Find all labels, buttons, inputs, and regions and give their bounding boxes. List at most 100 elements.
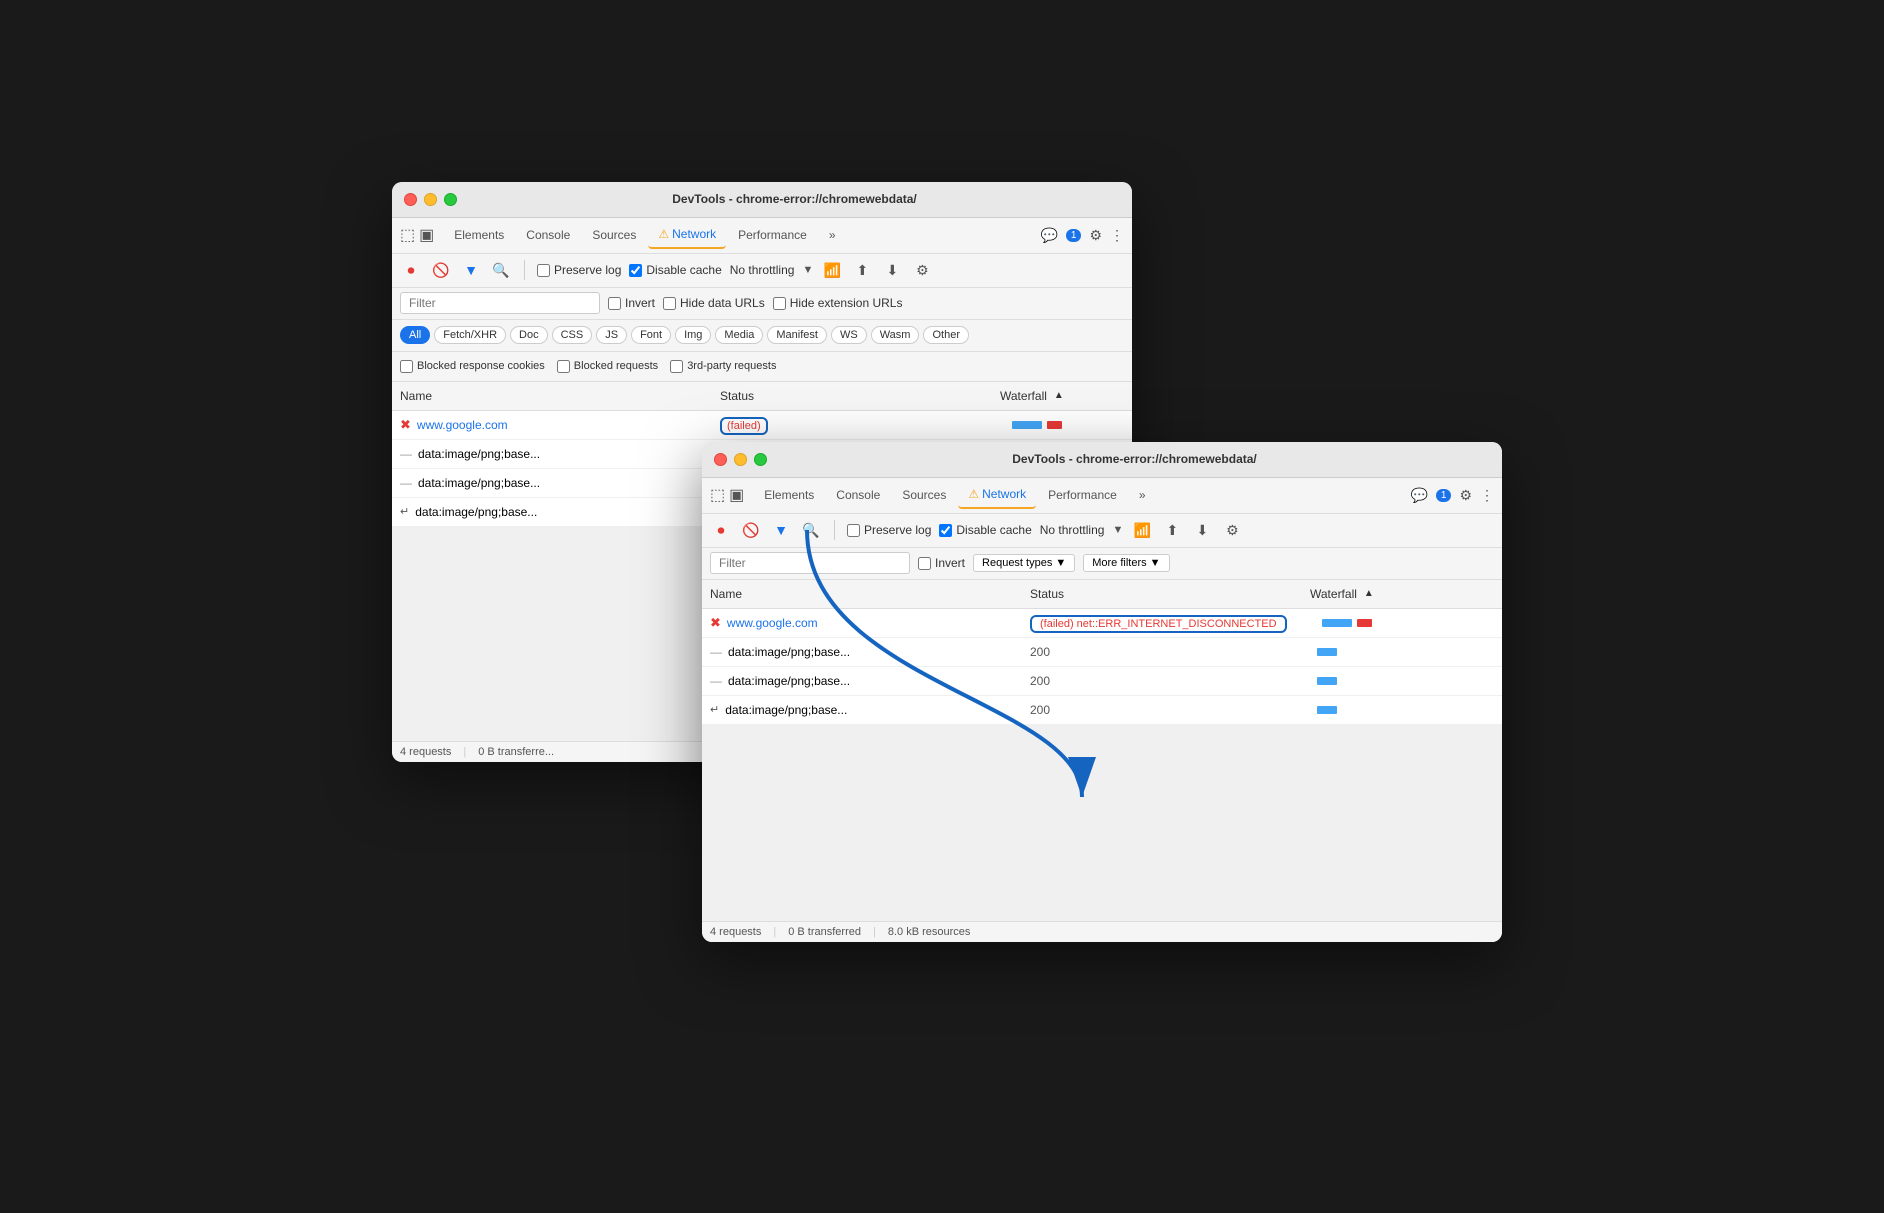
row-link-1[interactable]: www.google.com	[417, 418, 508, 432]
more-icon[interactable]: ⋮	[1110, 227, 1124, 244]
front-table-row[interactable]: — data:image/png;base... 200	[702, 638, 1502, 667]
front-tab-console[interactable]: Console	[826, 482, 890, 508]
back-title-bar: DevTools - chrome-error://chromewebdata/	[392, 182, 1132, 218]
front-warning-icon: ⚠	[968, 487, 979, 501]
front-invert-label[interactable]: Invert	[918, 556, 965, 570]
front-chat-icon[interactable]: 💬	[1410, 487, 1427, 504]
tab-console[interactable]: Console	[516, 222, 580, 248]
filter-icon[interactable]: ▼	[460, 259, 482, 281]
third-party-checkbox[interactable]	[670, 360, 683, 373]
front-traffic-lights	[714, 453, 767, 466]
front-more-icon[interactable]: ⋮	[1480, 487, 1494, 504]
front-window-title: DevTools - chrome-error://chromewebdata/	[779, 452, 1490, 466]
tab-elements[interactable]: Elements	[444, 222, 514, 248]
throttle-arrow[interactable]: ▼	[802, 264, 813, 276]
front-gear-icon[interactable]: ⚙	[1459, 487, 1472, 504]
front-tab-performance[interactable]: Performance	[1038, 482, 1127, 508]
front-header-waterfall[interactable]: Waterfall ▲	[1302, 584, 1502, 604]
search-icon[interactable]: 🔍	[490, 259, 512, 281]
front-throttle-arrow[interactable]: ▼	[1112, 524, 1123, 536]
type-ws[interactable]: WS	[831, 326, 867, 344]
type-other[interactable]: Other	[923, 326, 969, 344]
type-all[interactable]: All	[400, 326, 430, 344]
footer-requests: 4 requests	[400, 746, 451, 758]
front-tab-elements[interactable]: Elements	[754, 482, 824, 508]
front-search-icon[interactable]: 🔍	[800, 519, 822, 541]
front-filter-input[interactable]	[710, 552, 910, 574]
settings-icon[interactable]: ⚙	[911, 259, 933, 281]
front-maximize-button[interactable]	[754, 453, 767, 466]
maximize-button[interactable]	[444, 193, 457, 206]
record-button[interactable]: ⏺	[400, 259, 422, 281]
chat-icon[interactable]: 💬	[1040, 227, 1057, 244]
front-header-name[interactable]: Name	[702, 584, 1022, 604]
type-manifest[interactable]: Manifest	[767, 326, 827, 344]
front-row-link-2: data:image/png;base...	[728, 645, 850, 659]
preserve-log-checkbox[interactable]	[537, 264, 550, 277]
front-table-row[interactable]: — data:image/png;base... 200	[702, 667, 1502, 696]
blocked-requests-label[interactable]: Blocked requests	[557, 360, 658, 373]
type-font[interactable]: Font	[631, 326, 671, 344]
front-tab-more[interactable]: »	[1129, 482, 1156, 508]
invert-label[interactable]: Invert	[608, 296, 655, 310]
front-chat-badge: 1	[1436, 489, 1452, 502]
tab-more[interactable]: »	[819, 222, 846, 248]
more-filters-button[interactable]: More filters ▼	[1083, 554, 1169, 572]
header-name[interactable]: Name	[392, 386, 712, 406]
front-close-button[interactable]	[714, 453, 727, 466]
hide-ext-urls-checkbox[interactable]	[773, 297, 786, 310]
type-wasm[interactable]: Wasm	[871, 326, 920, 344]
tab-sources[interactable]: Sources	[582, 222, 646, 248]
hide-data-urls-label[interactable]: Hide data URLs	[663, 296, 765, 310]
front-preserve-log-checkbox[interactable]	[847, 524, 860, 537]
type-doc[interactable]: Doc	[510, 326, 548, 344]
table-row[interactable]: ✖ www.google.com (failed)	[392, 411, 1132, 440]
front-table-row[interactable]: ✖ www.google.com (failed) net::ERR_INTER…	[702, 609, 1502, 638]
front-minimize-button[interactable]	[734, 453, 747, 466]
hide-ext-urls-label[interactable]: Hide extension URLs	[773, 296, 903, 310]
front-preserve-log-label[interactable]: Preserve log	[847, 523, 931, 537]
front-footer-divider2: |	[873, 926, 876, 938]
third-party-requests-label[interactable]: 3rd-party requests	[670, 360, 776, 373]
front-table-row[interactable]: ↵ data:image/png;base... 200	[702, 696, 1502, 725]
front-header-status[interactable]: Status	[1022, 584, 1302, 604]
front-disable-cache-checkbox[interactable]	[939, 524, 952, 537]
front-tab-network[interactable]: ⚠Network	[958, 481, 1036, 509]
front-invert-checkbox[interactable]	[918, 557, 931, 570]
blocked-cookies-label[interactable]: Blocked response cookies	[400, 360, 545, 373]
preserve-log-label[interactable]: Preserve log	[537, 263, 621, 277]
type-js[interactable]: JS	[596, 326, 627, 344]
disable-cache-label[interactable]: Disable cache	[629, 263, 721, 277]
front-disable-cache-label[interactable]: Disable cache	[939, 523, 1031, 537]
front-tab-sources[interactable]: Sources	[892, 482, 956, 508]
invert-checkbox[interactable]	[608, 297, 621, 310]
type-fetch-xhr[interactable]: Fetch/XHR	[434, 326, 506, 344]
type-media[interactable]: Media	[715, 326, 763, 344]
close-button[interactable]	[404, 193, 417, 206]
failed-badge: (failed)	[720, 417, 768, 435]
type-css[interactable]: CSS	[552, 326, 593, 344]
request-types-button[interactable]: Request types ▼	[973, 554, 1075, 572]
minimize-button[interactable]	[424, 193, 437, 206]
row-link-3: data:image/png;base...	[418, 476, 540, 490]
blocked-cookies-checkbox[interactable]	[400, 360, 413, 373]
tab-network[interactable]: ⚠Network	[648, 221, 726, 249]
gear-icon[interactable]: ⚙	[1089, 227, 1102, 244]
header-status[interactable]: Status	[712, 386, 992, 406]
blocked-requests-checkbox[interactable]	[557, 360, 570, 373]
header-waterfall[interactable]: Waterfall ▲	[992, 386, 1132, 406]
front-wf-3	[1317, 677, 1337, 685]
tab-performance[interactable]: Performance	[728, 222, 817, 248]
front-footer-transferred: 0 B transferred	[788, 926, 861, 938]
front-settings-icon[interactable]: ⚙	[1221, 519, 1243, 541]
front-clear-button[interactable]: 🚫	[740, 519, 762, 541]
filter-input[interactable]	[400, 292, 600, 314]
front-row-link-1[interactable]: www.google.com	[727, 616, 818, 630]
hide-data-urls-checkbox[interactable]	[663, 297, 676, 310]
front-filter-icon[interactable]: ▼	[770, 519, 792, 541]
front-waterfall-bar-blue	[1322, 619, 1352, 627]
type-img[interactable]: Img	[675, 326, 711, 344]
clear-button[interactable]: 🚫	[430, 259, 452, 281]
disable-cache-checkbox[interactable]	[629, 264, 642, 277]
front-record-button[interactable]: ⏺	[710, 519, 732, 541]
